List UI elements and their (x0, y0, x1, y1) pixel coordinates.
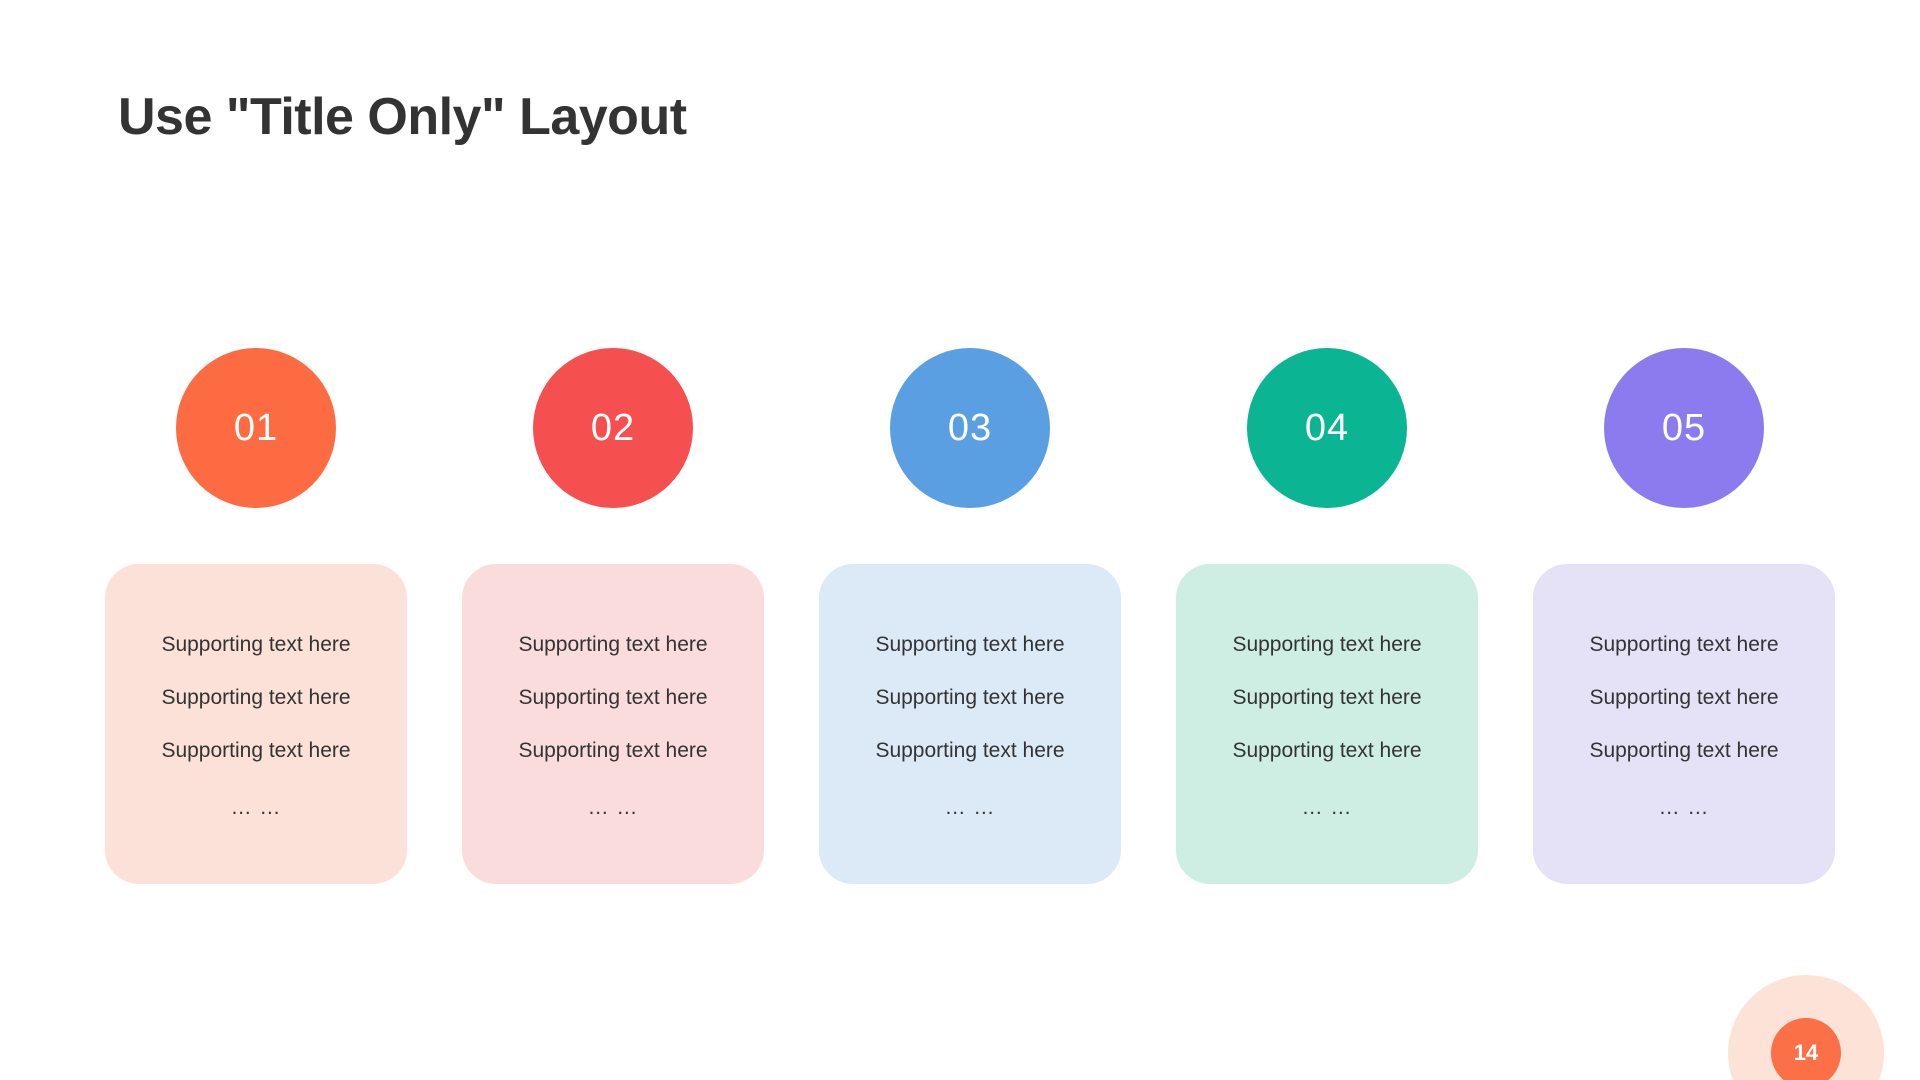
number-circle-02[interactable]: 02 (533, 348, 693, 508)
support-ellipsis: … … (1658, 796, 1710, 819)
number-circle-04[interactable]: 04 (1247, 348, 1407, 508)
page-number-badge: 14 (1728, 975, 1884, 1080)
slide-canvas: Use "Title Only" Layout 01 Supporting te… (0, 0, 1920, 1080)
support-ellipsis: … … (230, 796, 282, 819)
support-card-03[interactable]: Supporting text here Supporting text her… (819, 564, 1121, 884)
support-card-01[interactable]: Supporting text here Supporting text her… (105, 564, 407, 884)
number-circle-label: 02 (590, 406, 636, 449)
support-line: Supporting text here (518, 686, 708, 709)
column-03: 03 Supporting text here Supporting text … (819, 348, 1121, 884)
support-line: Supporting text here (1589, 739, 1779, 762)
column-05: 05 Supporting text here Supporting text … (1533, 348, 1835, 884)
page-number-badge-inner: 14 (1771, 1018, 1841, 1080)
support-card-02[interactable]: Supporting text here Supporting text her… (462, 564, 764, 884)
support-line: Supporting text here (1232, 633, 1422, 656)
support-ellipsis: … … (587, 796, 639, 819)
number-circle-01[interactable]: 01 (176, 348, 336, 508)
support-line: Supporting text here (875, 633, 1065, 656)
support-line: Supporting text here (875, 686, 1065, 709)
support-line: Supporting text here (161, 633, 351, 656)
columns-container: 01 Supporting text here Supporting text … (105, 348, 1835, 884)
column-02: 02 Supporting text here Supporting text … (462, 348, 764, 884)
support-ellipsis: … … (1301, 796, 1353, 819)
support-card-04[interactable]: Supporting text here Supporting text her… (1176, 564, 1478, 884)
support-line: Supporting text here (875, 739, 1065, 762)
support-line: Supporting text here (1589, 686, 1779, 709)
page-title: Use "Title Only" Layout (118, 88, 687, 146)
number-circle-05[interactable]: 05 (1604, 348, 1764, 508)
support-line: Supporting text here (161, 686, 351, 709)
number-circle-label: 01 (233, 406, 279, 449)
column-01: 01 Supporting text here Supporting text … (105, 348, 407, 884)
support-line: Supporting text here (1232, 739, 1422, 762)
support-line: Supporting text here (161, 739, 351, 762)
column-04: 04 Supporting text here Supporting text … (1176, 348, 1478, 884)
number-circle-03[interactable]: 03 (890, 348, 1050, 508)
support-ellipsis: … … (944, 796, 996, 819)
number-circle-label: 04 (1304, 406, 1350, 449)
support-line: Supporting text here (518, 739, 708, 762)
support-line: Supporting text here (1232, 686, 1422, 709)
page-number-label: 14 (1793, 1040, 1819, 1065)
support-line: Supporting text here (1589, 633, 1779, 656)
number-circle-label: 03 (947, 406, 993, 449)
support-card-05[interactable]: Supporting text here Supporting text her… (1533, 564, 1835, 884)
number-circle-label: 05 (1661, 406, 1707, 449)
support-line: Supporting text here (518, 633, 708, 656)
